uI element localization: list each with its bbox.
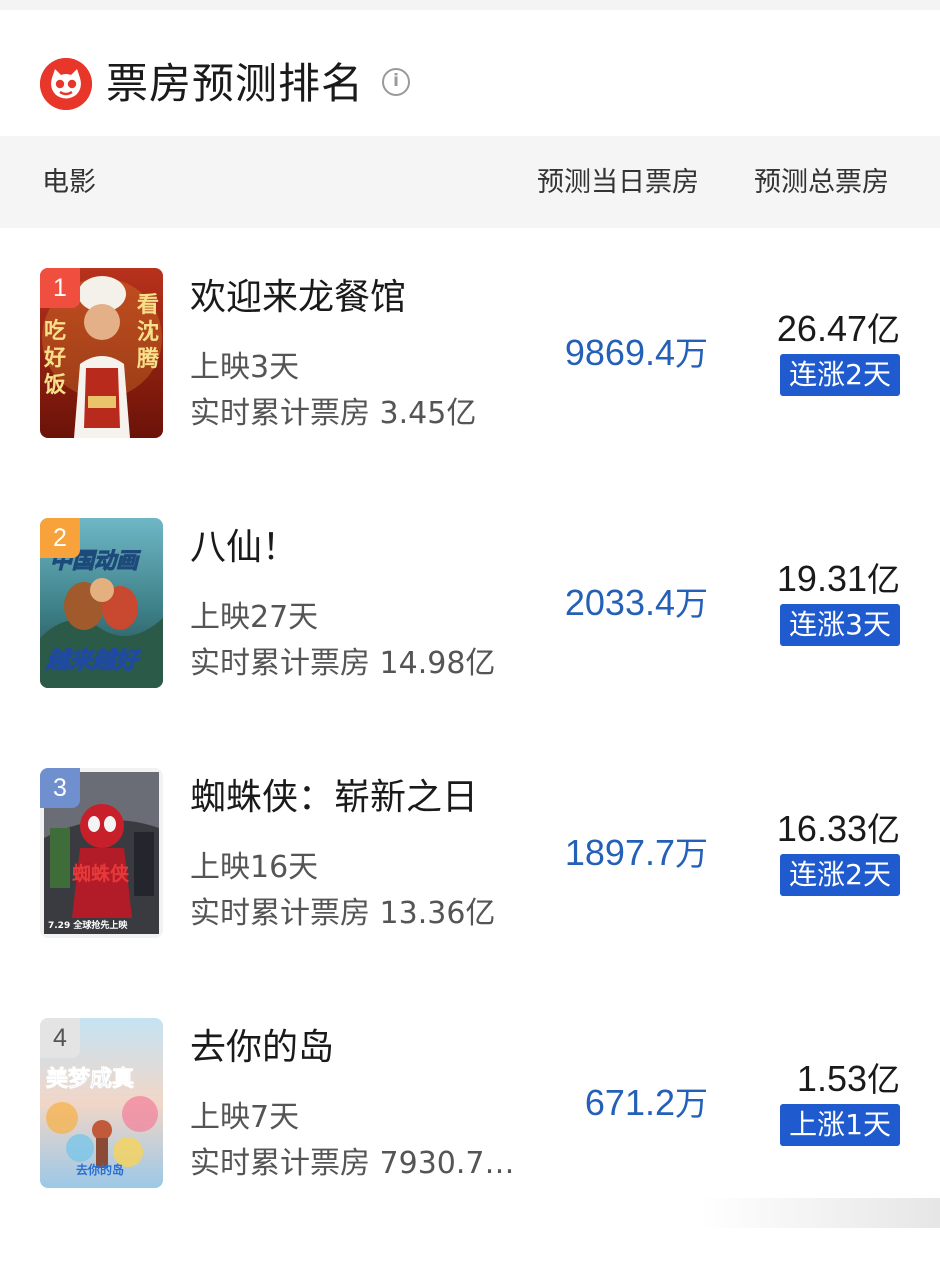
daily-forecast-value: 671.2万 — [585, 1080, 708, 1127]
poster-text: 饭 — [44, 372, 66, 398]
column-total-forecast[interactable]: 预测总票房 — [754, 166, 889, 200]
daily-value: 1897.7 — [564, 832, 675, 873]
page-header: 票房预测排名 i — [0, 10, 940, 136]
daily-unit: 万 — [675, 835, 708, 872]
trend-badge: 连涨3天 — [780, 604, 900, 646]
poster-text: 沈 — [137, 319, 159, 345]
poster-text: 去你的岛 — [76, 1162, 124, 1177]
total-unit: 亿 — [867, 311, 900, 348]
poster-text: 越来越好 — [45, 648, 142, 674]
poster-text: 吃 — [44, 318, 66, 344]
page-title: 票房预测排名 — [106, 59, 365, 108]
poster-text: 腾 — [137, 346, 160, 372]
daily-forecast-value: 2033.4万 — [565, 580, 708, 627]
trend-badge: 上涨1天 — [780, 1104, 900, 1146]
rank-badge: 4 — [40, 1018, 80, 1058]
rank-badge: 3 — [40, 768, 80, 808]
poster-text: 7.29 全球抢先上映 — [48, 919, 128, 931]
daily-value: 671.2 — [584, 1082, 675, 1123]
poster-text: 看 — [137, 292, 159, 318]
cat-logo-icon — [40, 58, 92, 110]
release-days: 上映7天 — [190, 1100, 300, 1135]
total-value: 19.31 — [776, 558, 867, 599]
trend-badge: 连涨2天 — [780, 354, 900, 396]
total-unit: 亿 — [867, 811, 900, 848]
movie-row[interactable]: 吃 好 饭 看 沈 腾 1 欢迎来龙餐馆 上映3天 实时累计票房 3.45亿 9… — [0, 268, 940, 518]
column-daily-forecast[interactable]: 预测当日票房 — [537, 166, 699, 200]
release-days: 上映27天 — [190, 600, 319, 635]
total-unit: 亿 — [867, 1061, 900, 1098]
total-unit: 亿 — [867, 561, 900, 598]
total-forecast-value: 19.31亿 — [777, 556, 900, 603]
trend-badge: 连涨2天 — [780, 854, 900, 896]
total-forecast-value: 26.47亿 — [777, 306, 900, 353]
movie-title[interactable]: 去你的岛 — [190, 1024, 334, 1072]
poster-text: 蜘蛛侠 — [72, 862, 130, 885]
movie-row[interactable]: 美梦成真 去你的岛 4 去你的岛 上映7天 实时累计票房 7930.7… 671… — [0, 1018, 940, 1268]
daily-unit: 万 — [675, 335, 708, 372]
column-header: 电影 预测当日票房 预测总票房 — [0, 136, 940, 228]
cumulative-box-office: 实时累计票房 13.36亿 — [190, 896, 496, 931]
movie-title[interactable]: 蜘蛛侠：崭新之日 — [190, 774, 478, 822]
movie-row[interactable]: 蜘蛛侠 7.29 全球抢先上映 3 蜘蛛侠：崭新之日 上映16天 实时累计票房 … — [0, 768, 940, 1018]
cumulative-box-office: 实时累计票房 3.45亿 — [190, 396, 477, 431]
rank-badge: 1 — [40, 268, 80, 308]
movie-title[interactable]: 八仙！ — [190, 524, 298, 572]
movie-title[interactable]: 欢迎来龙餐馆 — [190, 274, 406, 322]
top-strip — [0, 0, 940, 10]
total-value: 16.33 — [776, 808, 867, 849]
daily-forecast-value: 9869.4万 — [565, 330, 708, 377]
daily-forecast-value: 1897.7万 — [565, 830, 708, 877]
poster-text: 美梦成真 — [46, 1066, 134, 1092]
total-forecast-value: 16.33亿 — [777, 806, 900, 853]
movie-row[interactable]: 中国动画 越来越好 2 八仙！ 上映27天 实时累计票房 14.98亿 2033… — [0, 518, 940, 768]
release-days: 上映16天 — [190, 850, 319, 885]
daily-unit: 万 — [675, 1085, 708, 1122]
rank-badge: 2 — [40, 518, 80, 558]
daily-value: 9869.4 — [564, 332, 675, 373]
daily-unit: 万 — [675, 585, 708, 622]
cumulative-box-office: 实时累计票房 14.98亿 — [190, 646, 496, 681]
cumulative-box-office: 实时累计票房 7930.7… — [190, 1146, 515, 1181]
bottom-fade — [700, 1198, 940, 1228]
info-icon[interactable]: i — [382, 68, 410, 96]
total-value: 1.53 — [796, 1058, 867, 1099]
total-value: 26.47 — [776, 308, 867, 349]
release-days: 上映3天 — [190, 350, 300, 385]
daily-value: 2033.4 — [564, 582, 675, 623]
poster-text: 好 — [43, 345, 66, 371]
column-movie: 电影 — [42, 167, 96, 198]
total-forecast-value: 1.53亿 — [797, 1056, 900, 1103]
